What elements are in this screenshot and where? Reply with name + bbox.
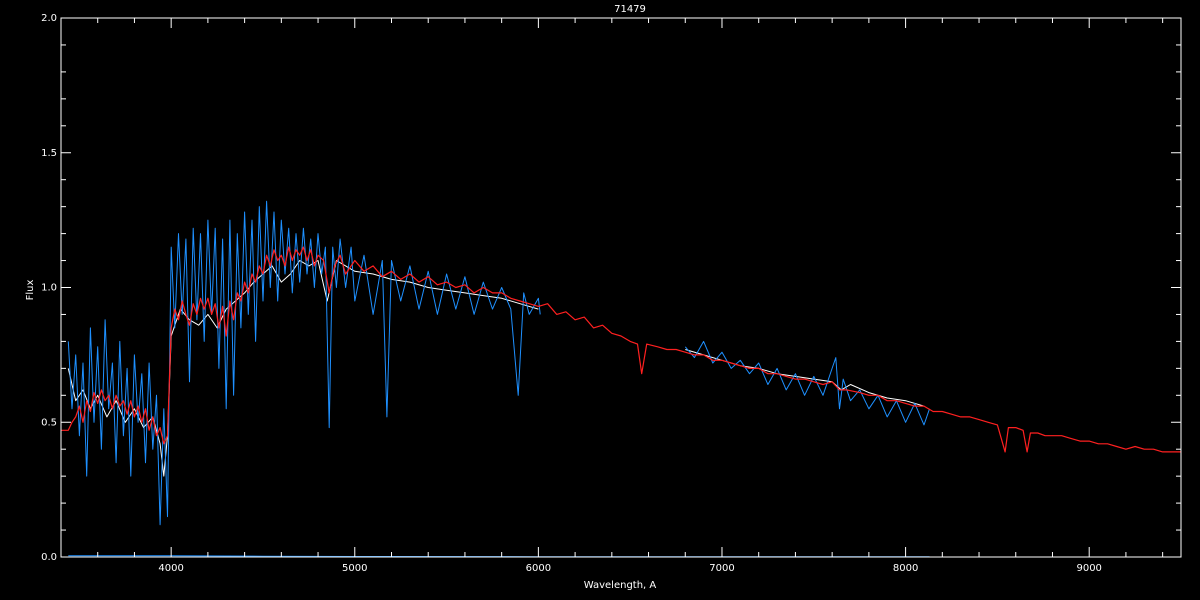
x-tick-label-4000: 4000 [158,563,183,574]
series-0-segment-1 [685,349,925,407]
y-tick-label-0.0: 0.0 [41,552,57,563]
series-0-segment-0 [67,260,539,477]
x-tick-label-6000: 6000 [526,563,551,574]
x-tick-label-8000: 8000 [893,563,918,574]
chart-title: 71479 [614,4,646,15]
x-axis-label: Wavelength, A [584,580,657,591]
y-tick-label-2.0: 2.0 [41,13,57,24]
y-tick-label-1.5: 1.5 [41,148,57,159]
x-tick-label-5000: 5000 [342,563,367,574]
y-axis: 0.0 0.5 1.0 1.5 2.0 [41,13,1181,563]
x-tick-label-9000: 9000 [1076,563,1101,574]
y-axis-label: Flux [25,280,36,301]
y-tick-label-0.5: 0.5 [41,417,57,428]
x-tick-label-7000: 7000 [709,563,734,574]
series-1-segment-1 [684,340,930,426]
y-tick-label-1.0: 1.0 [41,283,57,294]
x-axis: 4000 5000 6000 7000 8000 9000 [60,18,1164,574]
spectrum-chart: 71479 4000 5000 6000 7000 8000 9000 0.0 0.5 1.0… [25,4,1182,591]
series-group [61,200,1181,558]
